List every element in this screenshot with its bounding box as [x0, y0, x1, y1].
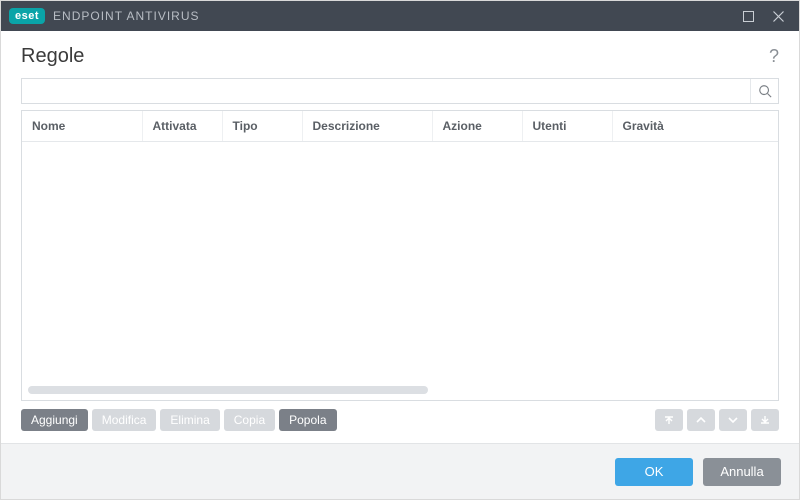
add-button[interactable]: Aggiungi: [21, 409, 88, 431]
col-users[interactable]: Utenti: [522, 111, 612, 142]
window-maximize-button[interactable]: [733, 1, 763, 31]
cancel-button[interactable]: Annulla: [703, 458, 781, 486]
maximize-icon: [743, 11, 754, 22]
page-title: Regole: [21, 45, 84, 68]
col-description[interactable]: Descrizione: [302, 111, 432, 142]
chevron-up-icon: [695, 414, 707, 426]
close-icon: [773, 11, 784, 22]
help-button[interactable]: ?: [769, 46, 779, 67]
move-top-button: [655, 409, 683, 431]
product-name: ENDPOINT ANTIVIRUS: [53, 9, 199, 23]
populate-button[interactable]: Popola: [279, 409, 336, 431]
rules-action-bar: Aggiungi Modifica Elimina Copia Popola: [21, 409, 779, 431]
search-icon: [758, 84, 772, 98]
app-window: eset ENDPOINT ANTIVIRUS Regole ?: [0, 0, 800, 500]
search-row: [21, 78, 779, 104]
col-enabled[interactable]: Attivata: [142, 111, 222, 142]
table-body[interactable]: [22, 142, 778, 400]
horizontal-scrollbar[interactable]: [28, 386, 428, 394]
col-action[interactable]: Azione: [432, 111, 522, 142]
move-bottom-button: [751, 409, 779, 431]
chevron-down-icon: [727, 414, 739, 426]
move-bottom-icon: [759, 414, 771, 426]
search-button[interactable]: [750, 79, 778, 103]
copy-button: Copia: [224, 409, 275, 431]
delete-button: Elimina: [160, 409, 219, 431]
dialog-footer: OK Annulla: [1, 443, 799, 499]
page-header: Regole ?: [1, 31, 799, 78]
move-up-button: [687, 409, 715, 431]
move-top-icon: [663, 414, 675, 426]
move-down-button: [719, 409, 747, 431]
col-severity[interactable]: Gravità: [612, 111, 778, 142]
brand-badge: eset: [9, 8, 45, 24]
edit-button: Modifica: [92, 409, 157, 431]
search-input[interactable]: [22, 79, 750, 103]
ok-button[interactable]: OK: [615, 458, 693, 486]
titlebar: eset ENDPOINT ANTIVIRUS: [1, 1, 799, 31]
col-type[interactable]: Tipo: [222, 111, 302, 142]
content-area: Nome Attivata Tipo Descrizione Azione Ut…: [1, 78, 799, 443]
order-buttons: [655, 409, 779, 431]
col-name[interactable]: Nome: [22, 111, 142, 142]
window-close-button[interactable]: [763, 1, 793, 31]
table-header-row: Nome Attivata Tipo Descrizione Azione Ut…: [22, 111, 778, 142]
rules-table: Nome Attivata Tipo Descrizione Azione Ut…: [21, 110, 779, 401]
